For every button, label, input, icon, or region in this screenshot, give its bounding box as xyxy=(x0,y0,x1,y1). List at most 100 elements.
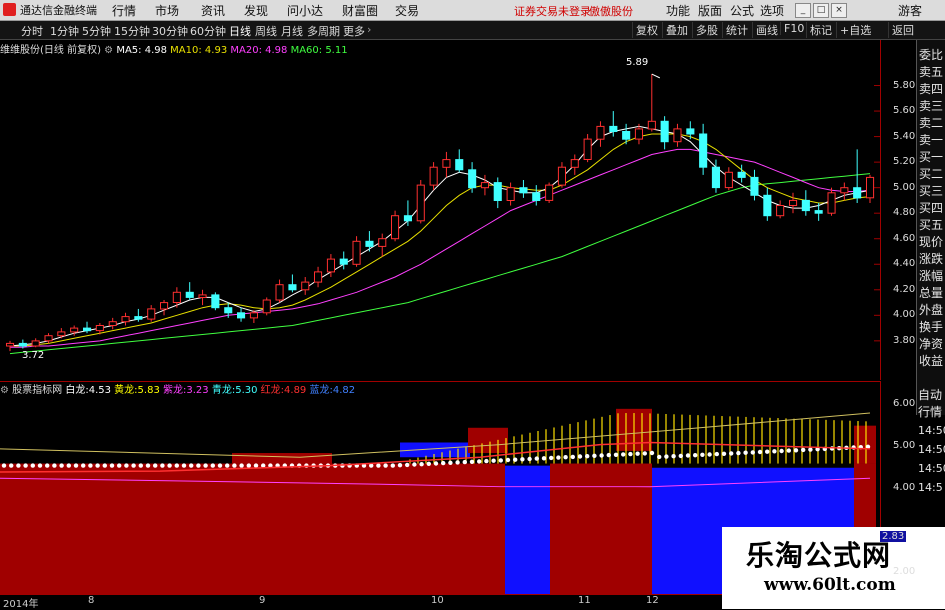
ind-settings-icon[interactable]: ⚙ xyxy=(0,385,9,396)
stock-title: 维维股份(日线 前复权) xyxy=(0,45,101,56)
period-more[interactable]: 更多 xyxy=(343,23,365,39)
white-dot xyxy=(520,457,525,462)
period-daily[interactable]: 日线 xyxy=(229,23,251,39)
side-item2: 行情 xyxy=(918,405,943,419)
white-dot xyxy=(549,455,554,461)
menu-banmian[interactable]: 版面 xyxy=(698,2,722,19)
white-dot xyxy=(167,463,172,468)
white-dot xyxy=(59,463,64,468)
side-item: 买四 xyxy=(919,201,944,215)
candle-body xyxy=(827,192,836,214)
white-dot xyxy=(390,463,395,468)
candle-body xyxy=(647,120,656,130)
ind-qinglong-label: 青龙: xyxy=(211,385,236,396)
white-dot xyxy=(109,463,115,468)
side-item: 卖二 xyxy=(919,116,944,130)
menu-faxian[interactable]: 发现 xyxy=(244,2,268,19)
price-tick: 5.40 xyxy=(893,130,916,142)
side-time: 14:50 xyxy=(918,424,945,437)
kline-chart[interactable] xyxy=(0,40,880,380)
tool-f10[interactable]: F10 xyxy=(780,22,807,35)
indicator-upper-block xyxy=(854,425,876,464)
tool-huaxian[interactable]: 画线 xyxy=(752,22,781,38)
period-5min[interactable]: 5分钟 xyxy=(82,23,111,39)
period-60min[interactable]: 60分钟 xyxy=(190,23,226,39)
stock-hint[interactable]: 傲傲股份 xyxy=(589,3,633,19)
menu-bar: 通达信金融终端 行情 市场 资讯 发现 问小达 财富圈 交易 证券交易未登录 傲… xyxy=(0,0,945,21)
ind-bailong-label: 白龙: xyxy=(65,385,89,396)
date-month-9: 9 xyxy=(259,595,266,606)
white-dot xyxy=(765,449,770,454)
high-annotation: 5.89 xyxy=(626,57,649,68)
side-item: 换手 xyxy=(919,320,944,334)
white-dot xyxy=(383,463,388,468)
side-time: 14:50 xyxy=(918,443,945,456)
candle-body xyxy=(493,182,502,202)
ind-honglong-label: 红龙: xyxy=(260,385,285,396)
candle-body xyxy=(172,291,181,304)
ma60-line xyxy=(9,173,871,355)
white-dot xyxy=(253,463,259,468)
candle-body xyxy=(596,125,605,140)
period-fenshi[interactable]: 分时 xyxy=(21,23,43,39)
white-dot xyxy=(570,454,575,460)
menu-gongshi[interactable]: 公式 xyxy=(730,2,754,19)
indicator-upper-block xyxy=(232,453,332,464)
tool-fuquan[interactable]: 复权 xyxy=(632,22,661,38)
period-1min[interactable]: 1分钟 xyxy=(50,23,79,39)
tool-diejia[interactable]: 叠加 xyxy=(662,22,691,38)
candle-body xyxy=(750,176,759,196)
tool-duogu[interactable]: 多股 xyxy=(692,22,721,38)
guest-label[interactable]: 游客 xyxy=(898,2,922,19)
menu-gongneng[interactable]: 功能 xyxy=(666,2,690,19)
white-dot xyxy=(469,459,475,464)
tool-biaoji[interactable]: 标记 xyxy=(806,22,835,38)
date-year: 2014年 xyxy=(3,599,39,610)
candle-body xyxy=(108,321,117,327)
quote-side-panel: 委比 卖五 卖四 卖三 卖二 卖一 买一 买二 买三 买四 买五 现价 涨跌 涨幅 总量 外盘 换手 净资 收益 xyxy=(916,40,945,415)
side-time: 14:50 xyxy=(918,462,945,475)
white-dot xyxy=(707,452,712,457)
tool-tongji[interactable]: 统计 xyxy=(722,22,751,38)
white-dot xyxy=(145,463,151,468)
menu-zixun[interactable]: 资讯 xyxy=(201,2,225,19)
close-icon[interactable]: × xyxy=(831,3,847,18)
white-dot xyxy=(66,463,72,468)
period-multi[interactable]: 多周期 xyxy=(307,23,340,39)
candle-body xyxy=(711,166,721,189)
candle-body xyxy=(840,187,849,194)
period-weekly[interactable]: 周线 xyxy=(255,23,277,39)
white-dot xyxy=(412,462,417,467)
white-dot xyxy=(621,452,626,457)
period-toolbar: 分时 1分钟 5分钟 15分钟 30分钟 60分钟 日线 周线 月线 多周期 更… xyxy=(0,21,945,40)
menu-wenxiaoda[interactable]: 问小达 xyxy=(287,2,323,19)
period-15min[interactable]: 15分钟 xyxy=(114,23,150,39)
side-item: 卖四 xyxy=(919,82,944,96)
menu-shichang[interactable]: 市场 xyxy=(155,2,179,19)
period-30min[interactable]: 30分钟 xyxy=(152,23,188,39)
more-chevron-icon[interactable]: › xyxy=(367,23,371,36)
period-monthly[interactable]: 月线 xyxy=(281,23,303,39)
restore-icon[interactable]: □ xyxy=(813,3,829,18)
white-dot xyxy=(73,463,79,468)
login-notice[interactable]: 证券交易未登录 xyxy=(514,3,591,19)
low-annotation: 3.72 xyxy=(22,350,45,361)
menu-xuanxiang[interactable]: 选项 xyxy=(760,2,784,19)
menu-caifuquan[interactable]: 财富圈 xyxy=(342,2,378,19)
candle-body xyxy=(121,316,130,323)
tool-zixuan[interactable]: +自选 xyxy=(836,22,874,38)
minimize-icon[interactable]: _ xyxy=(795,3,811,18)
white-dot xyxy=(196,463,201,468)
side-item: 卖三 xyxy=(919,99,944,113)
menu-hangqing[interactable]: 行情 xyxy=(112,2,136,19)
candle-body xyxy=(789,199,798,206)
candle-body xyxy=(44,335,53,342)
white-dot xyxy=(628,451,633,457)
candle-body xyxy=(211,294,220,309)
settings-icon[interactable]: ⚙ xyxy=(104,45,113,56)
indicator-block xyxy=(550,463,652,594)
indicator-tick: 2.83 xyxy=(880,531,907,543)
white-dot xyxy=(721,451,727,456)
menu-jiaoyi[interactable]: 交易 xyxy=(395,2,419,19)
tool-fanhui[interactable]: 返回 xyxy=(888,22,917,38)
